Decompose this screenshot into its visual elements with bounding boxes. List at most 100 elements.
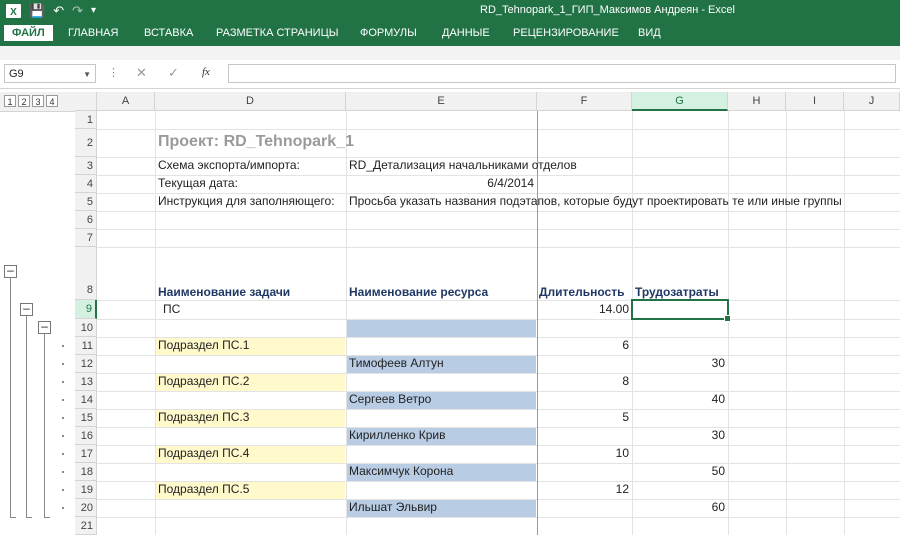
redo-icon[interactable]: ↷ xyxy=(72,2,83,20)
resource-labor[interactable]: 40 xyxy=(632,392,728,406)
excel-logo-icon: X xyxy=(6,4,21,18)
column-header-h[interactable]: H xyxy=(728,92,786,111)
tab-insert[interactable]: ВСТАВКА xyxy=(144,27,193,39)
resource-labor[interactable]: 30 xyxy=(632,356,728,370)
column-header-a[interactable]: A xyxy=(97,92,155,111)
date-value[interactable]: 6/4/2014 xyxy=(346,176,537,190)
row-header[interactable]: 18 xyxy=(75,463,97,481)
row-header[interactable]: 4 xyxy=(75,175,97,193)
separator-icon: ⋮ xyxy=(108,67,119,79)
resource-name[interactable]: Тимофеев Алтун xyxy=(346,356,447,370)
collapse-level-1-button[interactable]: – xyxy=(4,264,17,278)
row-header[interactable]: 6 xyxy=(75,211,97,229)
row-header[interactable]: 3 xyxy=(75,157,97,175)
column-header-d[interactable]: D xyxy=(155,92,346,111)
ribbon-tabs: ФАЙЛ ГЛАВНАЯ ВСТАВКА РАЗМЕТКА СТРАНИЦЫ Ф… xyxy=(0,22,900,46)
tab-review[interactable]: РЕЦЕНЗИРОВАНИЕ xyxy=(513,27,619,39)
save-icon[interactable]: 💾 xyxy=(29,2,45,20)
subsection-task[interactable]: Подраздел ПС.4 xyxy=(155,446,252,460)
resource-labor[interactable]: 30 xyxy=(632,428,728,442)
root-duration[interactable]: 14.00 xyxy=(537,302,632,316)
window-title: RD_Tehnopark_1_ГИП_Максимов Андреян - Ex… xyxy=(480,4,735,16)
row-header[interactable]: 21 xyxy=(75,517,97,535)
row-header[interactable]: 13 xyxy=(75,373,97,391)
select-all-corner[interactable] xyxy=(75,92,97,111)
header-labor[interactable]: Трудозатраты xyxy=(632,285,722,299)
chevron-down-icon[interactable]: ▼ xyxy=(83,65,91,84)
resource-labor[interactable]: 50 xyxy=(632,464,728,478)
row-header[interactable]: 11 xyxy=(75,337,97,355)
subsection-duration[interactable]: 8 xyxy=(537,374,632,388)
header-task-name[interactable]: Наименование задачи xyxy=(155,285,293,299)
scheme-label[interactable]: Схема экспорта/импорта: xyxy=(155,158,303,172)
row-header[interactable]: 15 xyxy=(75,409,97,427)
resource-name[interactable]: Максимчук Корона xyxy=(346,464,456,478)
fill-handle[interactable] xyxy=(724,315,731,322)
column-header-g[interactable]: G xyxy=(632,92,728,111)
tab-page-layout[interactable]: РАЗМЕТКА СТРАНИЦЫ xyxy=(216,27,338,39)
outline-header: 1 2 3 4 xyxy=(0,92,75,112)
tab-formulas[interactable]: ФОРМУЛЫ xyxy=(360,27,417,39)
header-resource-name[interactable]: Наименование ресурса xyxy=(346,285,491,299)
subsection-task[interactable]: Подраздел ПС.2 xyxy=(155,374,252,388)
subsection-task[interactable]: Подраздел ПС.1 xyxy=(155,338,252,352)
resource-fill xyxy=(347,320,536,337)
project-title[interactable]: Проект: RD_Tehnopark_1 xyxy=(155,133,357,151)
resource-labor[interactable]: 60 xyxy=(632,500,728,514)
column-header-i[interactable]: I xyxy=(786,92,844,111)
row-header[interactable]: 9 xyxy=(75,300,97,319)
outline-level-1-button[interactable]: 1 xyxy=(4,95,16,107)
subsection-duration[interactable]: 12 xyxy=(537,482,632,496)
undo-icon[interactable]: ↶ xyxy=(53,2,64,20)
row-header[interactable]: 7 xyxy=(75,229,97,247)
outline-level-3-button[interactable]: 3 xyxy=(32,95,44,107)
row-header[interactable]: 8 xyxy=(75,247,97,300)
tab-data[interactable]: ДАННЫЕ xyxy=(442,27,490,39)
subsection-task[interactable]: Подраздел ПС.3 xyxy=(155,410,252,424)
name-box-value: G9 xyxy=(9,68,24,80)
resource-name[interactable]: Ильшат Эльвир xyxy=(346,500,440,514)
row-header[interactable]: 20 xyxy=(75,499,97,517)
selected-cell-g9[interactable] xyxy=(631,299,731,322)
row-header[interactable]: 14 xyxy=(75,391,97,409)
ribbon-collapsed xyxy=(0,46,900,61)
tab-file[interactable]: ФАЙЛ xyxy=(4,25,53,41)
resource-name[interactable]: Сергеев Ветро xyxy=(346,392,434,406)
enter-icon[interactable]: ✓ xyxy=(168,65,179,81)
tab-view[interactable]: ВИД xyxy=(638,27,661,39)
column-header-f[interactable]: F xyxy=(537,92,632,111)
collapse-level-2-button[interactable]: – xyxy=(20,302,33,316)
row-header[interactable]: 5 xyxy=(75,193,97,211)
subsection-duration[interactable]: 5 xyxy=(537,410,632,424)
row-header[interactable]: 17 xyxy=(75,445,97,463)
formula-input[interactable] xyxy=(228,64,896,83)
subsection-duration[interactable]: 10 xyxy=(537,446,632,460)
cancel-icon[interactable]: ✕ xyxy=(136,65,147,81)
date-label[interactable]: Текущая дата: xyxy=(155,176,241,190)
row-header[interactable]: 12 xyxy=(75,355,97,373)
insert-function-icon[interactable]: fx xyxy=(202,66,210,78)
root-task[interactable]: ПС xyxy=(160,302,183,316)
instruction-value[interactable]: Просьба указать названия подэтапов, кото… xyxy=(346,194,845,208)
column-header-e[interactable]: E xyxy=(346,92,537,111)
row-header[interactable]: 1 xyxy=(75,111,97,129)
outline-level-4-button[interactable]: 4 xyxy=(46,95,58,107)
row-header[interactable]: 2 xyxy=(75,129,97,157)
outline-level-2-button[interactable]: 2 xyxy=(18,95,30,107)
row-header[interactable]: 16 xyxy=(75,427,97,445)
resource-name[interactable]: Кирилленко Крив xyxy=(346,428,449,442)
scheme-value[interactable]: RD_Детализация начальниками отделов xyxy=(346,158,580,172)
column-header-j[interactable]: J xyxy=(844,92,900,111)
instruction-label[interactable]: Инструкция для заполняющего: xyxy=(155,194,338,208)
subsection-duration[interactable]: 6 xyxy=(537,338,632,352)
collapse-level-3-button[interactable]: – xyxy=(38,320,51,334)
customize-qat-icon[interactable]: ▾ xyxy=(91,2,96,20)
subsection-task[interactable]: Подраздел ПС.5 xyxy=(155,482,252,496)
tab-home[interactable]: ГЛАВНАЯ xyxy=(68,27,118,39)
header-duration[interactable]: Длительность xyxy=(536,285,627,299)
row-header[interactable]: 19 xyxy=(75,481,97,499)
row-header[interactable]: 10 xyxy=(75,319,97,337)
name-box[interactable]: G9 ▼ xyxy=(4,64,96,83)
formula-bar: G9 ▼ ⋮ ✕ ✓ fx xyxy=(0,60,900,89)
title-bar: X 💾 ↶ ↷ ▾ RD_Tehnopark_1_ГИП_Максимов Ан… xyxy=(0,0,900,22)
